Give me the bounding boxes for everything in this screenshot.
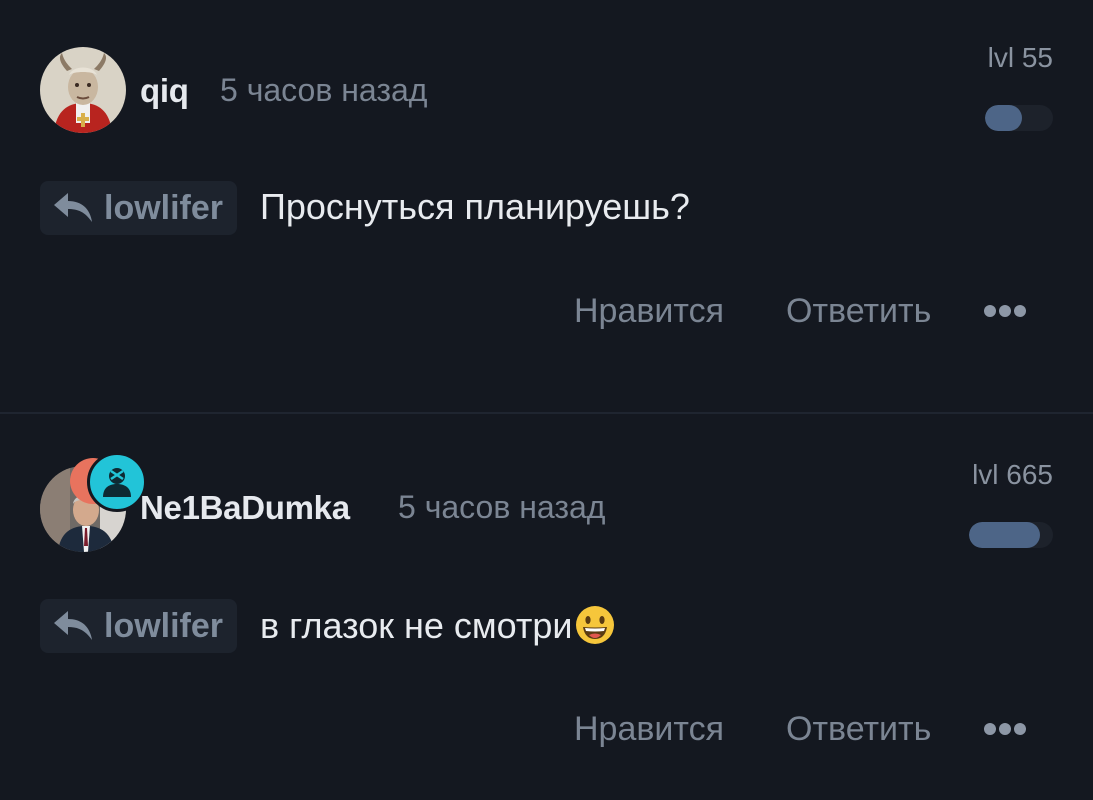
username[interactable]: qiq bbox=[140, 72, 189, 110]
level-progress-fill bbox=[985, 105, 1023, 131]
timestamp: 5 часов назад bbox=[398, 489, 606, 525]
avatar[interactable] bbox=[40, 47, 126, 133]
level-label: lvl 665 bbox=[972, 459, 1053, 490]
more-dots-icon[interactable] bbox=[984, 723, 1026, 735]
reply-to-chip[interactable]: lowlifer bbox=[40, 599, 238, 653]
username[interactable]: Ne1BaDumka bbox=[140, 489, 350, 527]
more-dots-icon[interactable] bbox=[984, 305, 1026, 317]
grinning-face-emoji bbox=[576, 606, 615, 644]
reply-arrow-icon bbox=[54, 193, 92, 222]
reply-to-username: lowlifer bbox=[104, 606, 224, 645]
comments-feed: qiq 5 часов назад lvl 55 lowlifer Просну… bbox=[0, 0, 1093, 800]
comment-text-content: Проснуться планируешь? bbox=[260, 186, 690, 227]
like-button[interactable]: Нравится bbox=[574, 292, 724, 331]
reply-button[interactable]: Ответить bbox=[786, 292, 931, 331]
reply-button[interactable]: Ответить bbox=[786, 710, 931, 749]
comment-item: qiq 5 часов назад lvl 55 lowlifer Просну… bbox=[0, 0, 1093, 412]
level-progress-fill bbox=[969, 522, 1041, 548]
reply-to-chip[interactable]: lowlifer bbox=[40, 181, 238, 235]
comment-text: в глазок не смотри bbox=[260, 604, 616, 647]
comment-text-content: в глазок не смотри bbox=[260, 605, 573, 646]
level-progress-bar bbox=[969, 522, 1053, 548]
avatar-image bbox=[40, 47, 126, 133]
like-button[interactable]: Нравится bbox=[574, 710, 724, 749]
reply-arrow-icon bbox=[54, 611, 92, 640]
level-label: lvl 55 bbox=[987, 42, 1053, 73]
timestamp: 5 часов назад bbox=[220, 72, 428, 108]
comment-text: Проснуться планируешь? bbox=[260, 186, 690, 228]
level-progress-bar bbox=[985, 105, 1053, 131]
user-badge-icon bbox=[87, 452, 147, 512]
reply-to-username: lowlifer bbox=[104, 188, 224, 227]
comment-item: Ne1BaDumka 5 часов назад lvl 665 lowlife… bbox=[0, 414, 1093, 800]
